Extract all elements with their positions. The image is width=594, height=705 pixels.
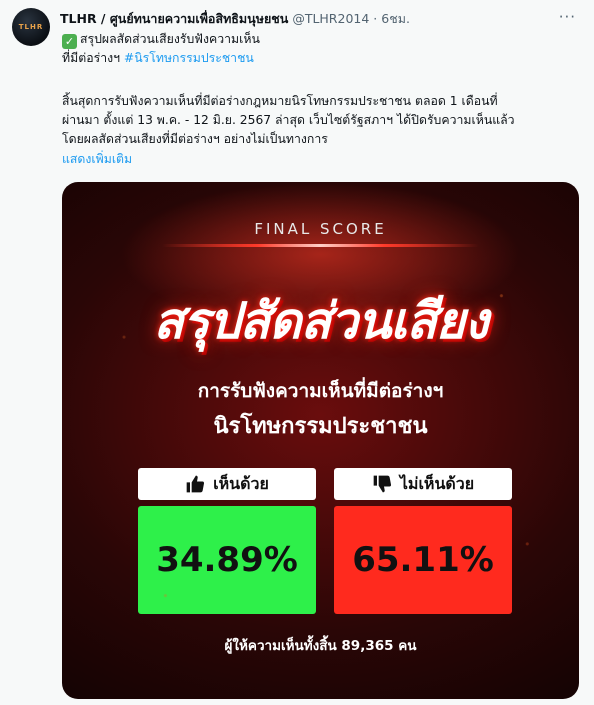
tweet-header: TLHR / ศูนย์ทนายความเพื่อสิทธิมนุษยชน @T… bbox=[60, 9, 554, 29]
final-score-label: FINAL SCORE bbox=[254, 220, 387, 238]
agree-percentage: 34.89% bbox=[156, 540, 298, 580]
disagree-tag: ไม่เห็นด้วย bbox=[334, 468, 512, 500]
tweet-line-1: ✓ สรุปผลสัดส่วนเสียงรับฟังความเห็น bbox=[62, 30, 582, 49]
total-respondents: ผู้ให้ความเห็นทั้งสิ้น 89,365 คน bbox=[224, 638, 417, 654]
media-card[interactable]: FINAL SCORE สรุปสัดส่วนเสียง การรับฟังคว… bbox=[62, 182, 579, 699]
separator-dot: · bbox=[373, 11, 378, 26]
check-mark-icon: ✓ bbox=[62, 34, 77, 49]
disagree-percentage-box: 65.11% bbox=[334, 506, 512, 614]
more-horizontal-icon[interactable]: ··· bbox=[559, 8, 576, 26]
show-more-link[interactable]: แสดงเพิ่มเติม bbox=[62, 150, 582, 168]
agree-label: เห็นด้วย bbox=[213, 473, 269, 493]
agree-percentage-box: 34.89% bbox=[138, 506, 316, 614]
avatar[interactable]: TLHR bbox=[12, 8, 50, 46]
tweet-body-line-3: โดยผลสัดส่วนเสียงที่มีต่อร่างฯ อย่างไม่เ… bbox=[62, 132, 328, 146]
glow-line bbox=[162, 244, 479, 247]
tweet-body-line-1: สิ้นสุดการรับฟังความเห็นที่มีต่อร่างกฎหม… bbox=[62, 94, 498, 108]
disagree-label: ไม่เห็นด้วย bbox=[399, 473, 475, 493]
tweet-line-2: ที่มีต่อร่างฯ #นิรโทษกรรมประชาชน bbox=[62, 49, 582, 67]
tweet-time[interactable]: 6ชม. bbox=[381, 11, 410, 26]
disagree-percentage: 65.11% bbox=[352, 540, 494, 580]
tweet-line2-text: ที่มีต่อร่างฯ bbox=[62, 51, 124, 65]
card-subtitle-2: นิรโทษกรรมประชาชน bbox=[213, 414, 428, 439]
tweet: TLHR TLHR / ศูนย์ทนายความเพื่อสิทธิมนุษย… bbox=[0, 0, 594, 705]
thumbs-down-icon bbox=[373, 475, 391, 493]
avatar-logo-text: TLHR bbox=[18, 23, 44, 31]
show-more-label[interactable]: แสดงเพิ่มเติม bbox=[62, 152, 132, 166]
hashtag-link[interactable]: #นิรโทษกรรมประชาชน bbox=[124, 51, 254, 65]
card-title: สรุปสัดส่วนเสียง bbox=[153, 292, 488, 350]
account-handle[interactable]: @TLHR2014 bbox=[292, 11, 369, 26]
tweet-summary-text: สรุปผลสัดส่วนเสียงรับฟังความเห็น bbox=[80, 32, 260, 46]
thumbs-up-icon bbox=[186, 475, 205, 493]
account-name[interactable]: TLHR / ศูนย์ทนายความเพื่อสิทธิมนุษยชน bbox=[60, 11, 288, 26]
tweet-body-line-2: ผ่านมา ตั้งแต่ 13 พ.ค. - 12 มิ.ย. 2567 ล… bbox=[62, 113, 515, 127]
card-subtitle-1: การรับฟังความเห็นที่มีต่อร่างฯ bbox=[197, 380, 444, 402]
agree-tag: เห็นด้วย bbox=[138, 468, 316, 500]
